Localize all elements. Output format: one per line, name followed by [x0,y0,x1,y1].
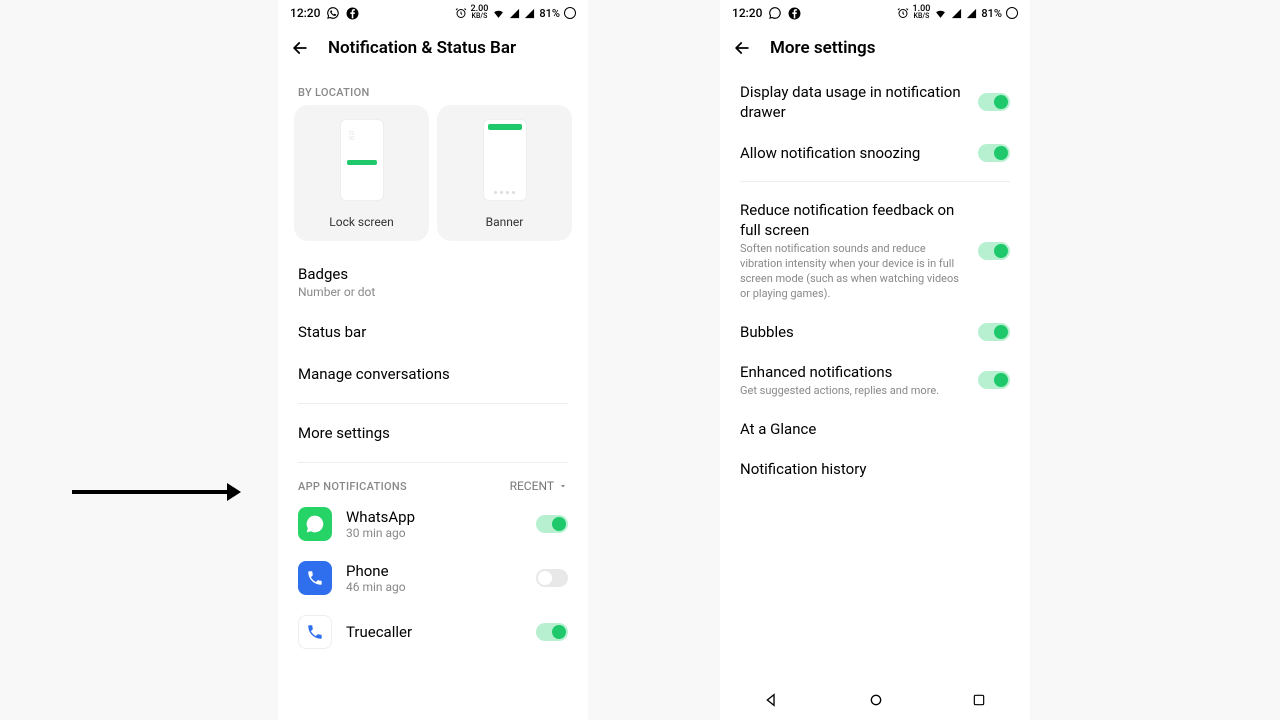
app-row-phone[interactable]: Phone 46 min ago [278,551,588,605]
toggle-reduce-feedback[interactable] [978,242,1010,260]
toggle-whatsapp[interactable] [536,515,568,533]
wifi-icon [492,7,505,20]
reduce-feedback-row[interactable]: Reduce notification feedback on full scr… [720,190,1030,312]
page-title: Notification & Status Bar [328,38,516,58]
manage-conversations-item[interactable]: Manage conversations [278,353,588,395]
lock-screen-card[interactable]: 1210 Lock screen [294,105,429,241]
status-bar: 12:20 1.00KB/S 81% [720,0,1030,24]
nav-back-icon[interactable] [764,692,780,708]
divider [298,462,568,463]
app-row-truecaller[interactable]: Truecaller [278,605,588,659]
toggle-data-usage[interactable] [978,93,1010,111]
snoozing-row[interactable]: Allow notification snoozing [720,133,1030,173]
at-a-glance-row[interactable]: At a Glance [720,409,1030,449]
nav-recent-icon[interactable] [972,693,986,707]
back-icon[interactable] [732,38,752,58]
status-time: 12:20 [290,6,320,20]
whatsapp-icon [768,6,782,20]
chevron-down-icon [558,481,568,491]
more-settings-item[interactable]: More settings [278,412,588,454]
data-speed: 2.00KB/S [471,6,489,20]
truecaller-icon [306,623,324,641]
alarm-icon [897,7,909,19]
status-bar-item[interactable]: Status bar [278,311,588,353]
banner-card[interactable]: Banner [437,105,572,241]
back-icon[interactable] [290,38,310,58]
signal-icon [509,8,520,19]
banner-label: Banner [486,215,524,229]
battery-percent: 81% [539,7,560,20]
toggle-bubbles[interactable] [978,323,1010,341]
toggle-snoozing[interactable] [978,144,1010,162]
facebook-icon [788,7,801,20]
screen-notification-status-bar: 12:20 2.00KB/S 81% Notification & Status… [278,0,588,720]
nav-home-icon[interactable] [868,692,884,708]
battery-percent: 81% [981,7,1002,20]
status-time: 12:20 [732,6,762,20]
enhanced-row[interactable]: Enhanced notifications Get suggested act… [720,352,1030,409]
divider [298,403,568,404]
signal-icon [951,8,962,19]
screen-more-settings: 12:20 1.00KB/S 81% More settings Display… [720,0,1030,720]
lock-screen-label: Lock screen [329,215,393,229]
wifi-icon [934,7,947,20]
bubbles-row[interactable]: Bubbles [720,312,1030,352]
toggle-truecaller[interactable] [536,623,568,641]
data-usage-row[interactable]: Display data usage in notification drawe… [720,72,1030,133]
facebook-icon [346,7,359,20]
section-by-location: BY LOCATION [278,72,588,105]
badges-item[interactable]: Badges Number or dot [278,253,588,311]
recent-dropdown[interactable]: RECENT [510,479,568,493]
battery-circle-icon [564,7,576,19]
annotation-arrow-more-settings [72,483,241,501]
battery-circle-icon [1006,7,1018,19]
toggle-phone[interactable] [536,569,568,587]
notification-history-row[interactable]: Notification history [720,449,1030,489]
page-title: More settings [770,38,875,58]
signal-icon-2 [524,8,535,19]
alarm-icon [455,7,467,19]
divider [740,181,1010,182]
nav-bar [720,680,1030,720]
data-speed: 1.00KB/S [913,6,931,20]
status-bar: 12:20 2.00KB/S 81% [278,0,588,24]
phone-icon [306,569,324,587]
section-app-notifications: APP NOTIFICATIONS [298,480,407,493]
whatsapp-icon [326,6,340,20]
whatsapp-icon [305,514,325,534]
toggle-enhanced[interactable] [978,371,1010,389]
signal-icon-2 [966,8,977,19]
app-row-whatsapp[interactable]: WhatsApp 30 min ago [278,497,588,551]
